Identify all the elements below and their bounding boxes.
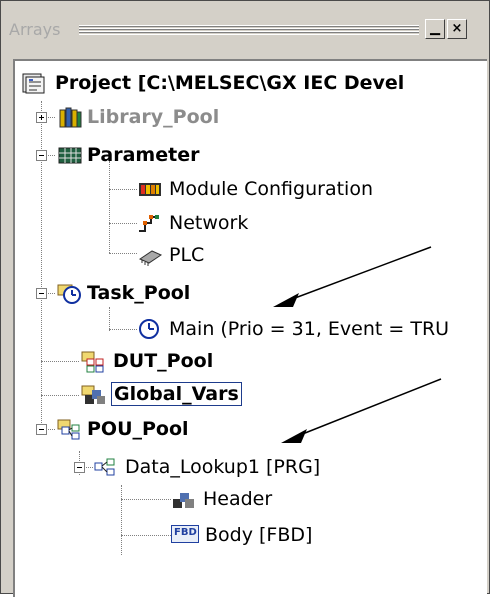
tree-item-pou-pool[interactable]: POU_Pool [55,415,355,445]
parameter-grid-icon [58,147,82,164]
clock-icon [139,319,159,339]
fbd-icon: FBD [171,525,199,543]
collapse-pou-pool-toggle[interactable] [36,424,47,435]
global-vars-icon [81,385,105,404]
parameter-label: Parameter [87,144,200,166]
dut-pool-label: DUT_Pool [113,350,214,372]
tree-item-parameter[interactable]: Parameter [55,141,355,171]
tree-item-global-vars[interactable]: Global_Vars [79,381,379,411]
task-clock-folder-icon [57,284,81,304]
library-pool-label: Library_Pool [87,106,220,128]
tree-item-data-lookup[interactable]: Data_Lookup1 [PRG] [93,453,473,483]
header-blocks-icon [173,493,194,508]
title-bar[interactable]: Arrays ▁ × [7,15,483,45]
tree-item-main-task[interactable]: Main (Prio = 31, Event = TRU [137,315,487,345]
data-lookup-label: Data_Lookup1 [PRG] [125,456,321,478]
tree-item-header[interactable]: Header [171,485,471,515]
library-books-icon [59,107,82,128]
network-label: Network [169,212,249,234]
project-tree: Project [C:\MELSEC\GX IEC Devel Library_… [13,59,487,597]
plc-label: PLC [169,244,205,266]
body-label: Body [FBD] [205,524,313,546]
tree-item-plc[interactable]: PLC [137,241,437,271]
tree-item-network[interactable]: Network [137,209,437,239]
tree-item-dut-pool[interactable]: DUT_Pool [79,347,379,377]
network-icon [139,215,159,232]
minimize-button[interactable]: ▁ [425,19,445,39]
fbd-badge: FBD [174,527,197,538]
pou-pool-label: POU_Pool [87,418,189,440]
tree-item-project[interactable]: Project [C:\MELSEC\GX IEC Devel [15,69,485,99]
task-pool-label: Task_Pool [87,282,191,304]
project-icon [22,73,45,94]
collapse-parameter-toggle[interactable] [36,150,47,161]
pou-icon [94,458,115,476]
header-label: Header [203,488,273,510]
title-grip [79,25,419,35]
collapse-data-lookup-toggle[interactable] [74,462,85,473]
global-vars-label: Global_Vars [111,382,242,406]
tree-item-task-pool[interactable]: Task_Pool [55,279,355,309]
dut-folder-icon [81,351,104,373]
tree-item-library-pool[interactable]: Library_Pool [55,103,355,133]
collapse-task-pool-toggle[interactable] [36,288,47,299]
close-button[interactable]: × [447,19,467,39]
tree-item-module-configuration[interactable]: Module Configuration [137,175,477,205]
plc-chip-icon [138,250,163,266]
project-label: Project [C:\MELSEC\GX IEC Devel [55,72,405,94]
main-task-label: Main (Prio = 31, Event = TRU [169,318,450,340]
tree-item-body[interactable]: FBD Body [FBD] [171,521,471,551]
expand-library-pool-toggle[interactable] [36,112,47,123]
window-title: Arrays [9,20,61,39]
pou-folder-icon [57,419,80,440]
arrays-window: Arrays ▁ × Project [C:\MELSEC\GX IEC Dev… [0,0,490,597]
module-configuration-label: Module Configuration [169,178,373,200]
module-config-icon [139,183,161,196]
